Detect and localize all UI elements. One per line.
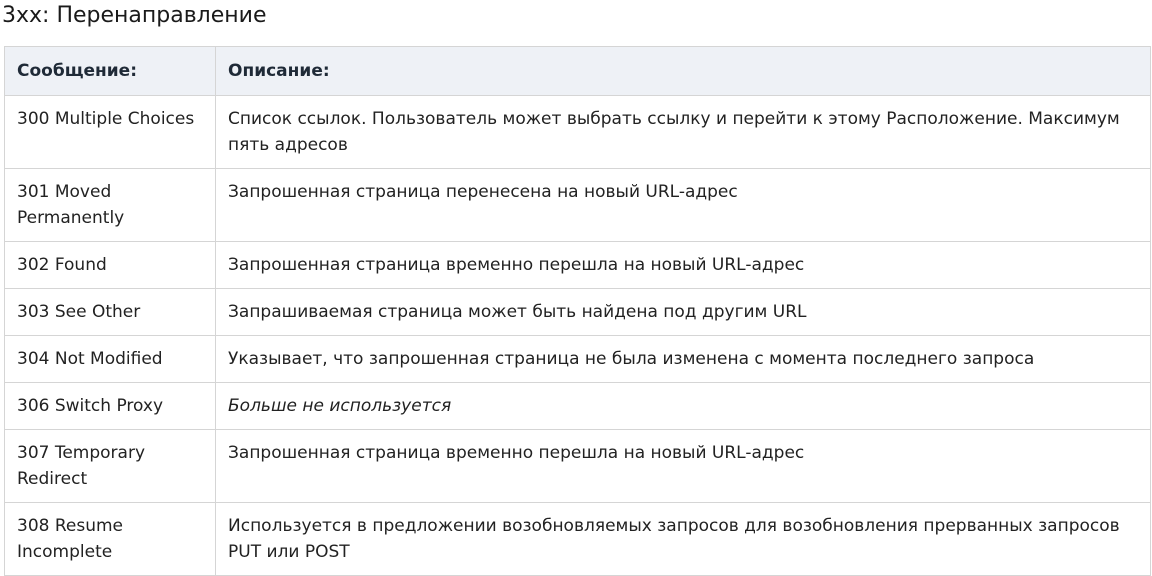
status-code-cell: 300 Multiple Choices (4, 95, 216, 169)
page: 3xx: Перенаправление Сообщение: Описание… (0, 0, 1152, 576)
status-code-cell: 302 Found (4, 241, 216, 289)
status-code-cell: 308 Resume Incomplete (4, 502, 216, 576)
table-row: 300 Multiple Choices Список ссылок. Поль… (4, 95, 1151, 169)
table-row: 308 Resume Incomplete Используется в пре… (4, 502, 1151, 576)
table-row: 302 Found Запрошенная страница временно … (4, 241, 1151, 289)
header-description: Описание: (215, 46, 1151, 96)
status-code-cell: 301 Moved Permanently (4, 168, 216, 242)
table-row: 307 Temporary Redirect Запрошенная стран… (4, 429, 1151, 503)
section-title: 3xx: Перенаправление (2, 3, 267, 28)
table-header-row: Сообщение: Описание: (4, 46, 1151, 96)
status-codes-table: Сообщение: Описание: 300 Multiple Choice… (4, 46, 1151, 576)
status-code-cell: 303 See Other (4, 288, 216, 336)
table-row: 306 Switch Proxy Больше не используется (4, 382, 1151, 430)
status-code-cell: 307 Temporary Redirect (4, 429, 216, 503)
status-description-cell: Запрошенная страница временно перешла на… (215, 429, 1151, 503)
table-row: 304 Not Modified Указывает, что запрошен… (4, 335, 1151, 383)
status-code-cell: 306 Switch Proxy (4, 382, 216, 430)
status-description-cell: Больше не используется (215, 382, 1151, 430)
header-message: Сообщение: (4, 46, 216, 96)
status-description-cell: Запрошенная страница временно перешла на… (215, 241, 1151, 289)
status-description-cell: Запрошенная страница перенесена на новый… (215, 168, 1151, 242)
table-row: 301 Moved Permanently Запрошенная страни… (4, 168, 1151, 242)
table-row: 303 See Other Запрашиваемая страница мож… (4, 288, 1151, 336)
status-description-cell: Используется в предложении возобновляемы… (215, 502, 1151, 576)
status-description-cell: Запрашиваемая страница может быть найден… (215, 288, 1151, 336)
status-code-cell: 304 Not Modified (4, 335, 216, 383)
status-description-cell: Список ссылок. Пользователь может выбрат… (215, 95, 1151, 169)
status-description-cell: Указывает, что запрошенная страница не б… (215, 335, 1151, 383)
